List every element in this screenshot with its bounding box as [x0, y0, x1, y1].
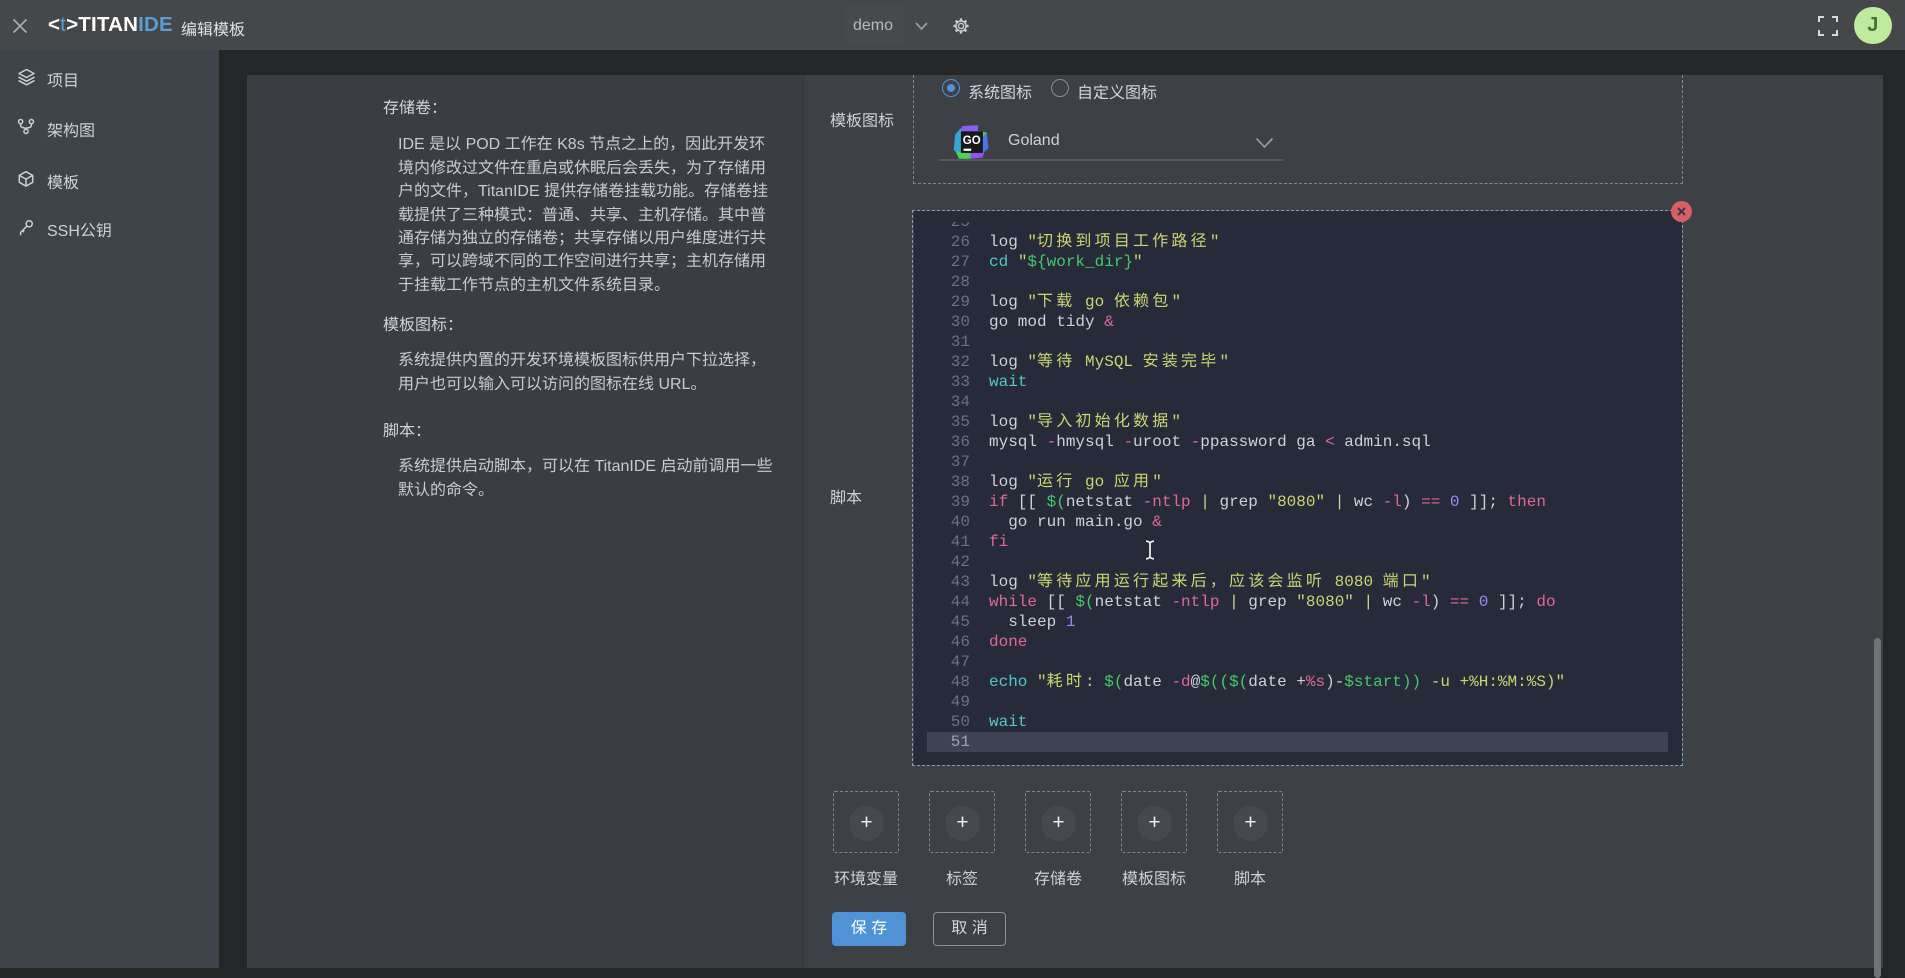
- svg-text:GO: GO: [963, 135, 981, 147]
